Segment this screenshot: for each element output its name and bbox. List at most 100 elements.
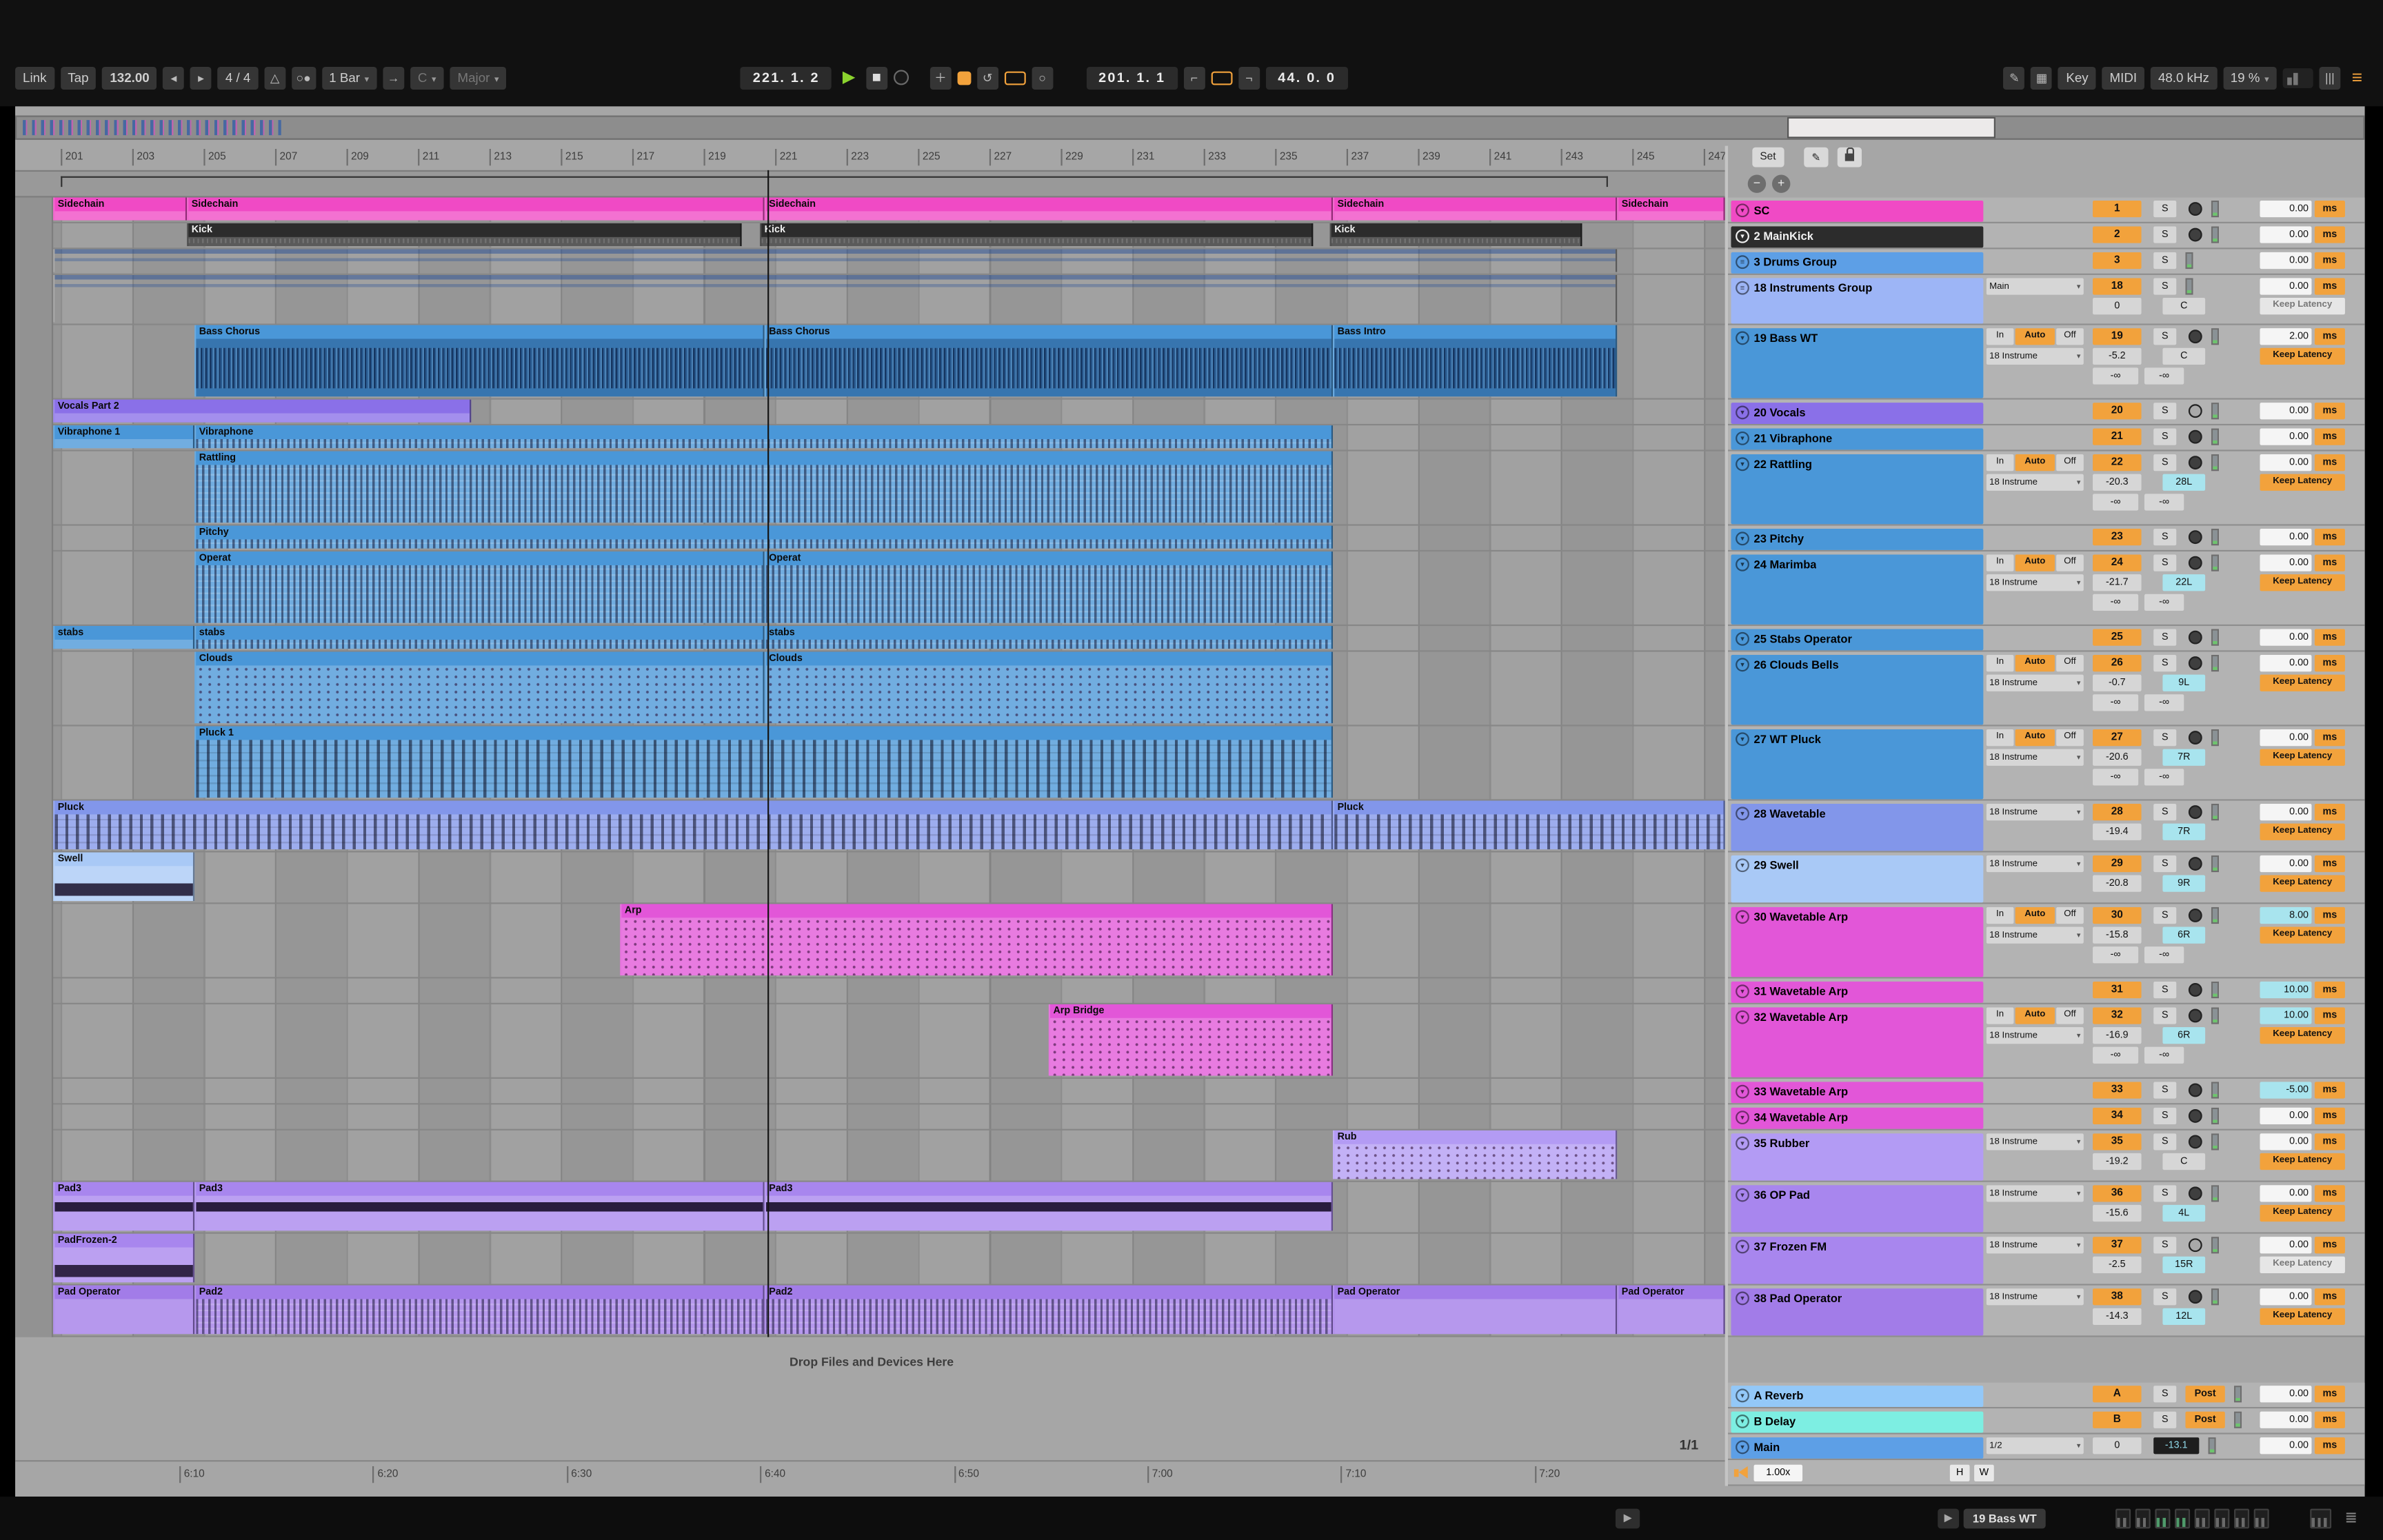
clip-sidechain[interactable]: Sidechain xyxy=(1333,198,1617,221)
set-locator-button[interactable]: Set xyxy=(1752,148,1783,168)
zoom-in-button[interactable]: + xyxy=(1772,174,1790,192)
track-header-28[interactable]: ▾28 Wavetable18 Instrume▾28S-19.47R0.00m… xyxy=(1728,801,2365,853)
fold-icon[interactable]: ▾ xyxy=(1736,858,1749,872)
keep-latency-button[interactable]: Keep Latency xyxy=(2260,348,2344,365)
solo-button[interactable]: S xyxy=(2153,629,2176,645)
solo-button[interactable]: S xyxy=(2153,554,2176,571)
latency-unit[interactable]: ms xyxy=(2315,1437,2345,1454)
bar-number[interactable]: 205 xyxy=(203,149,225,165)
main-track[interactable]: ▾Main1/2▾0-13.10.00ms xyxy=(1728,1435,2365,1460)
bar-number[interactable]: 215 xyxy=(561,149,583,165)
fold-icon[interactable]: ▾ xyxy=(1736,732,1749,746)
loop-length-display[interactable]: 44. 0. 0 xyxy=(1266,66,1348,89)
arrangement-position-display[interactable]: 221. 1. 2 xyxy=(741,66,832,89)
monitor-off-button[interactable]: Off xyxy=(2056,907,2084,924)
bar-ruler[interactable]: 2012032052072092112132152172192212232252… xyxy=(15,146,1728,170)
track-name[interactable]: ▾35 Rubber xyxy=(1731,1133,1983,1180)
keep-latency-button[interactable]: Keep Latency xyxy=(2260,1153,2344,1170)
clip-clouds[interactable]: Clouds xyxy=(765,652,1333,724)
send-b-value[interactable]: -∞ xyxy=(2144,1047,2184,1064)
clip-lane-38[interactable]: Pad OperatorPad2Pad2Pad OperatorPad Oper… xyxy=(15,1286,1728,1337)
clip-lane-2[interactable]: KickKickKick xyxy=(15,223,1728,249)
clip-clouds[interactable]: Clouds xyxy=(194,652,765,724)
volume-value[interactable]: -19.4 xyxy=(2093,824,2142,840)
zoom-level[interactable]: 1.00x xyxy=(1754,1464,1803,1481)
pan-value[interactable]: 9L xyxy=(2162,675,2205,691)
clip-bass-chorus[interactable]: Bass Chorus xyxy=(194,325,765,397)
volume-value[interactable]: 0 xyxy=(2093,298,2142,314)
track-number[interactable]: 27 xyxy=(2093,729,2142,746)
clip-swell[interactable]: Swell xyxy=(53,853,194,902)
latency-value[interactable]: -5.00 xyxy=(2260,1082,2311,1098)
latency-value[interactable]: 10.00 xyxy=(2260,1007,2311,1024)
clip-lane-31[interactable] xyxy=(15,978,1728,1004)
clip-lane-28[interactable]: PluckPluck xyxy=(15,801,1728,853)
arm-button[interactable] xyxy=(2189,456,2202,469)
arm-button[interactable] xyxy=(2189,1135,2202,1148)
latency-unit[interactable]: ms xyxy=(2315,629,2345,645)
track-number[interactable]: 34 xyxy=(2093,1108,2142,1124)
latency-unit[interactable]: ms xyxy=(2315,982,2345,998)
latency-unit[interactable]: ms xyxy=(2315,804,2345,820)
punch-in-button[interactable]: ⌐ xyxy=(1184,66,1205,89)
send-a-value[interactable]: -∞ xyxy=(2093,946,2138,963)
track-number[interactable]: 30 xyxy=(2093,907,2142,924)
stop-button[interactable]: ■ xyxy=(866,66,887,89)
track-name[interactable]: ▾A Reverb xyxy=(1731,1386,1983,1407)
track-number[interactable]: 32 xyxy=(2093,1007,2142,1024)
solo-button[interactable]: S xyxy=(2153,1108,2176,1124)
metronome-icon[interactable]: △ xyxy=(264,66,285,89)
pan-value[interactable]: C xyxy=(2162,348,2205,365)
pan-value[interactable]: 4L xyxy=(2162,1205,2205,1222)
keep-latency-button[interactable]: Keep Latency xyxy=(2260,298,2344,314)
track-header-21[interactable]: ▾21 Vibraphone21S0.00ms xyxy=(1728,425,2365,451)
send-b-value[interactable]: -∞ xyxy=(2144,946,2184,963)
track-number[interactable]: 33 xyxy=(2093,1082,2142,1098)
clip-lane-33[interactable] xyxy=(15,1079,1728,1104)
bar-number[interactable]: 241 xyxy=(1489,149,1511,165)
expand-arrow-button[interactable]: ▶ xyxy=(1616,1509,1640,1529)
clip-group[interactable] xyxy=(53,249,1617,272)
clip-lane-29[interactable]: Swell xyxy=(15,853,1728,904)
fold-icon[interactable]: ▾ xyxy=(1736,984,1749,998)
clip-sidechain[interactable]: Sidechain xyxy=(53,198,187,221)
pan-value[interactable]: C xyxy=(2162,298,2205,314)
track-header-37[interactable]: ▾37 Frozen FM18 Instrume▾37S-2.515R0.00m… xyxy=(1728,1234,2365,1286)
tempo-display[interactable]: 132.00 xyxy=(102,66,157,89)
arrangement-overview[interactable] xyxy=(15,116,2365,140)
track-header-23[interactable]: ▾23 Pitchy23S0.00ms xyxy=(1728,526,2365,551)
arm-button[interactable] xyxy=(2189,805,2202,819)
latency-value[interactable]: 0.00 xyxy=(2260,1108,2311,1124)
track-header-27[interactable]: ▾27 WT PluckInAutoOff27S18 Instrume▾-20.… xyxy=(1728,727,2365,801)
track-number[interactable]: 23 xyxy=(2093,529,2142,545)
track-header-22[interactable]: ▾22 RattlingInAutoOff22S18 Instrume▾-20.… xyxy=(1728,452,2365,526)
solo-button[interactable]: S xyxy=(2153,201,2176,217)
arm-button[interactable] xyxy=(2189,1009,2202,1023)
clip-kick[interactable]: Kick xyxy=(1330,223,1582,246)
menu-icon[interactable]: ≡ xyxy=(2346,66,2368,89)
preview-speaker-icon[interactable] xyxy=(1734,1466,1751,1479)
track-header-1[interactable]: ▾SC1S0.00ms xyxy=(1728,198,2365,223)
fold-icon[interactable]: ▾ xyxy=(1736,1389,1749,1403)
fold-icon[interactable]: ▾ xyxy=(1736,531,1749,545)
track-name[interactable]: ▾38 Pad Operator xyxy=(1731,1288,1983,1335)
solo-button[interactable]: S xyxy=(2153,529,2176,545)
clip-lane-18[interactable] xyxy=(15,275,1728,325)
clip-kick[interactable]: Kick xyxy=(760,223,1313,246)
latency-unit[interactable]: ms xyxy=(2315,907,2345,924)
track-number[interactable]: 3 xyxy=(2093,252,2142,269)
keep-latency-button[interactable]: Keep Latency xyxy=(2260,474,2344,491)
latency-unit[interactable]: ms xyxy=(2315,328,2345,345)
latency-value[interactable]: 10.00 xyxy=(2260,982,2311,998)
track-name[interactable]: ▾26 Clouds Bells xyxy=(1731,655,1983,725)
arm-button[interactable] xyxy=(2189,909,2202,922)
pan-value[interactable]: 7R xyxy=(2162,824,2205,840)
routing-selector[interactable]: 18 Instrume▾ xyxy=(1987,1027,2084,1044)
solo-button[interactable]: S xyxy=(2153,278,2176,294)
solo-button[interactable]: S xyxy=(2153,1082,2176,1098)
punch-out-button[interactable]: ¬ xyxy=(1238,66,1260,89)
pan-value[interactable]: 7R xyxy=(2162,749,2205,766)
computer-midi-keyboard-icon[interactable]: ▦ xyxy=(2031,66,2053,89)
keep-latency-button[interactable]: Keep Latency xyxy=(2260,574,2344,591)
selected-track-display[interactable]: 19 Bass WT xyxy=(1964,1509,2046,1529)
